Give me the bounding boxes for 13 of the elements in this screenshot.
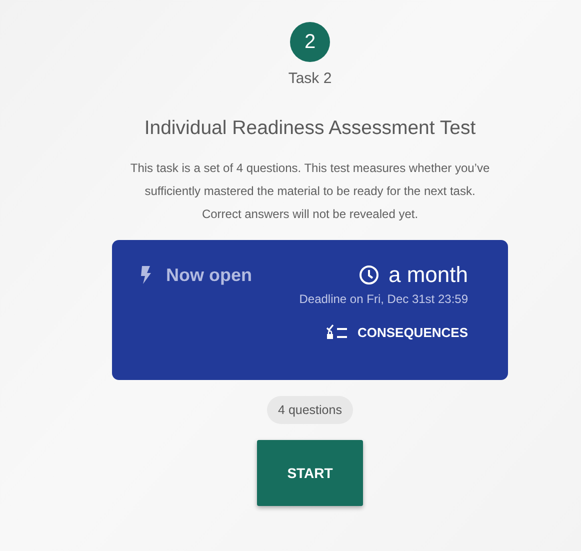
- status-text: Now open: [166, 264, 252, 286]
- clock-icon: [358, 265, 378, 285]
- task-label: Task 2: [288, 70, 332, 87]
- lightning-bolt-icon: [140, 266, 152, 284]
- start-button[interactable]: START: [257, 440, 363, 506]
- checklist-lock-icon: [326, 324, 348, 340]
- task-title: Individual Readiness Assessment Test: [144, 117, 476, 140]
- time-remaining: a month: [388, 262, 468, 288]
- question-count-chip: 4 questions: [267, 396, 353, 424]
- task-description: This task is a set of 4 questions. This test measures whether you’ve sufficiently mastered the material to be ready for the next task. Correct answers will not be revealed yet.: [129, 160, 491, 223]
- step-number-badge: 2: [290, 22, 330, 62]
- deadline-text: Deadline on Fri, Dec 31st 23:59: [299, 292, 468, 306]
- consequences-link[interactable]: CONSEQUENCES: [326, 324, 468, 340]
